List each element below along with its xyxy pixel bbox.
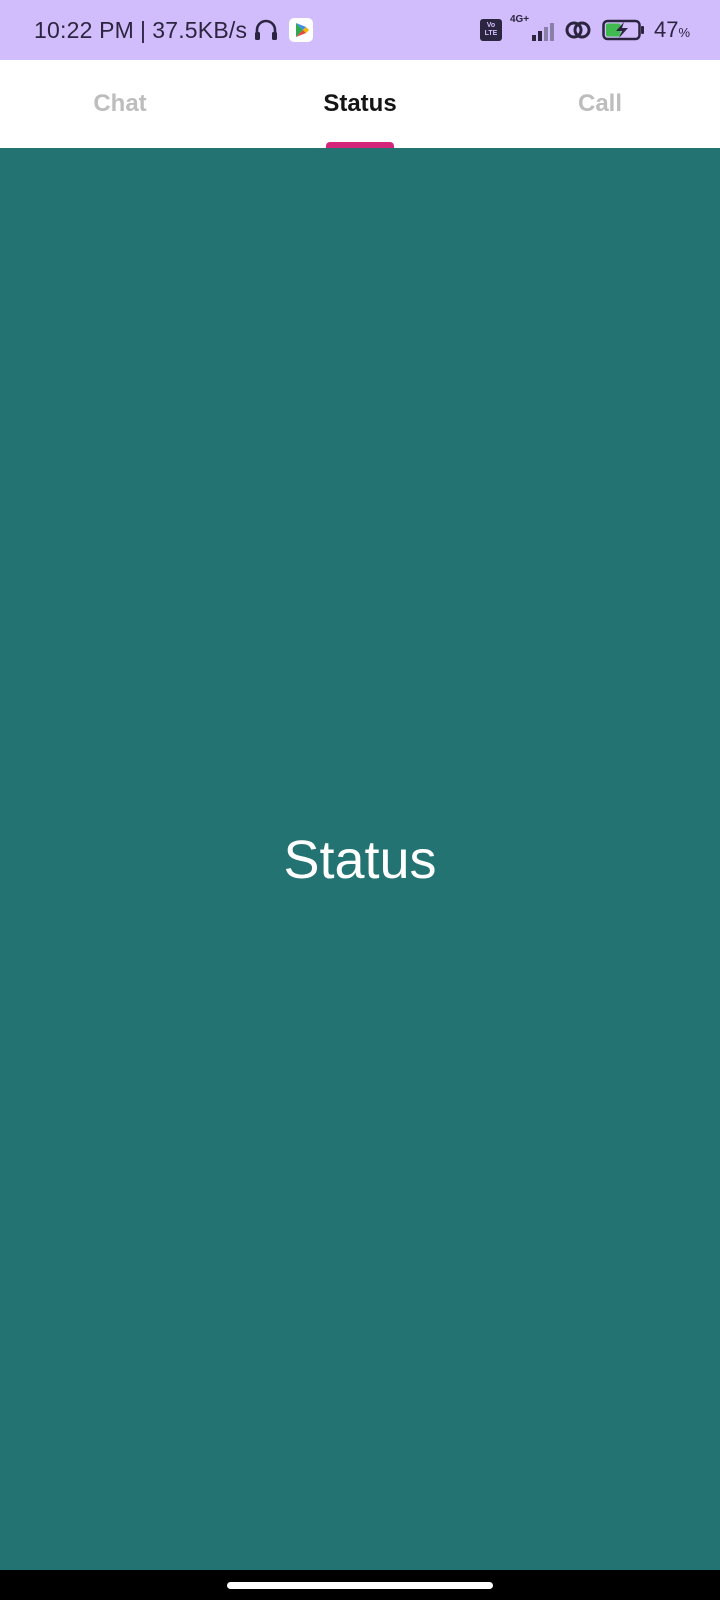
battery-charging-icon [602,18,646,42]
home-gesture-handle[interactable] [227,1581,493,1589]
signal-bar [537,31,542,41]
tab-chat[interactable]: Chat [0,60,240,148]
volte-top-text: Vo [486,22,496,29]
battery-percentage: 47% [654,17,690,43]
phone-screen: 10:22 PM | 37.5KB/s Vo LTE 4G+ 47% Chat … [0,0,720,1600]
tab-status[interactable]: Status [240,60,480,148]
signal-bar [543,27,548,41]
signal-bar [549,23,554,41]
hotspot-link-icon [564,18,592,42]
network-type: 4G+ [509,14,530,25]
play-store-icon [289,18,314,42]
headphones-icon [253,18,279,42]
status-bar-left: 10:22 PM | 37.5KB/s [34,16,314,44]
signal-bars [531,23,554,41]
clock: 10:22 PM [34,16,135,43]
tab-status-label: Status [323,90,397,117]
tab-call[interactable]: Call [480,60,720,148]
status-separator: | [140,16,147,43]
volte-bottom-text: LTE [484,30,498,37]
page-title: Status [283,830,437,890]
battery-percent-value: 47 [653,17,679,42]
tab-chat-label: Chat [93,90,147,117]
network-speed: 37.5KB/s [152,16,248,43]
signal-bar [531,35,536,41]
tab-call-label: Call [577,90,622,117]
status-bar-right: Vo LTE 4G+ 47% [474,14,690,43]
signal-icon: 4G+ [508,14,554,43]
system-navigation-bar [0,1570,720,1600]
volte-icon: Vo LTE [479,19,502,41]
tab-bar: Chat Status Call [0,60,720,148]
battery-percent-unit: % [678,25,690,40]
status-page-content[interactable]: Status [0,148,720,1570]
system-status-bar: 10:22 PM | 37.5KB/s Vo LTE 4G+ 47% [0,0,720,60]
